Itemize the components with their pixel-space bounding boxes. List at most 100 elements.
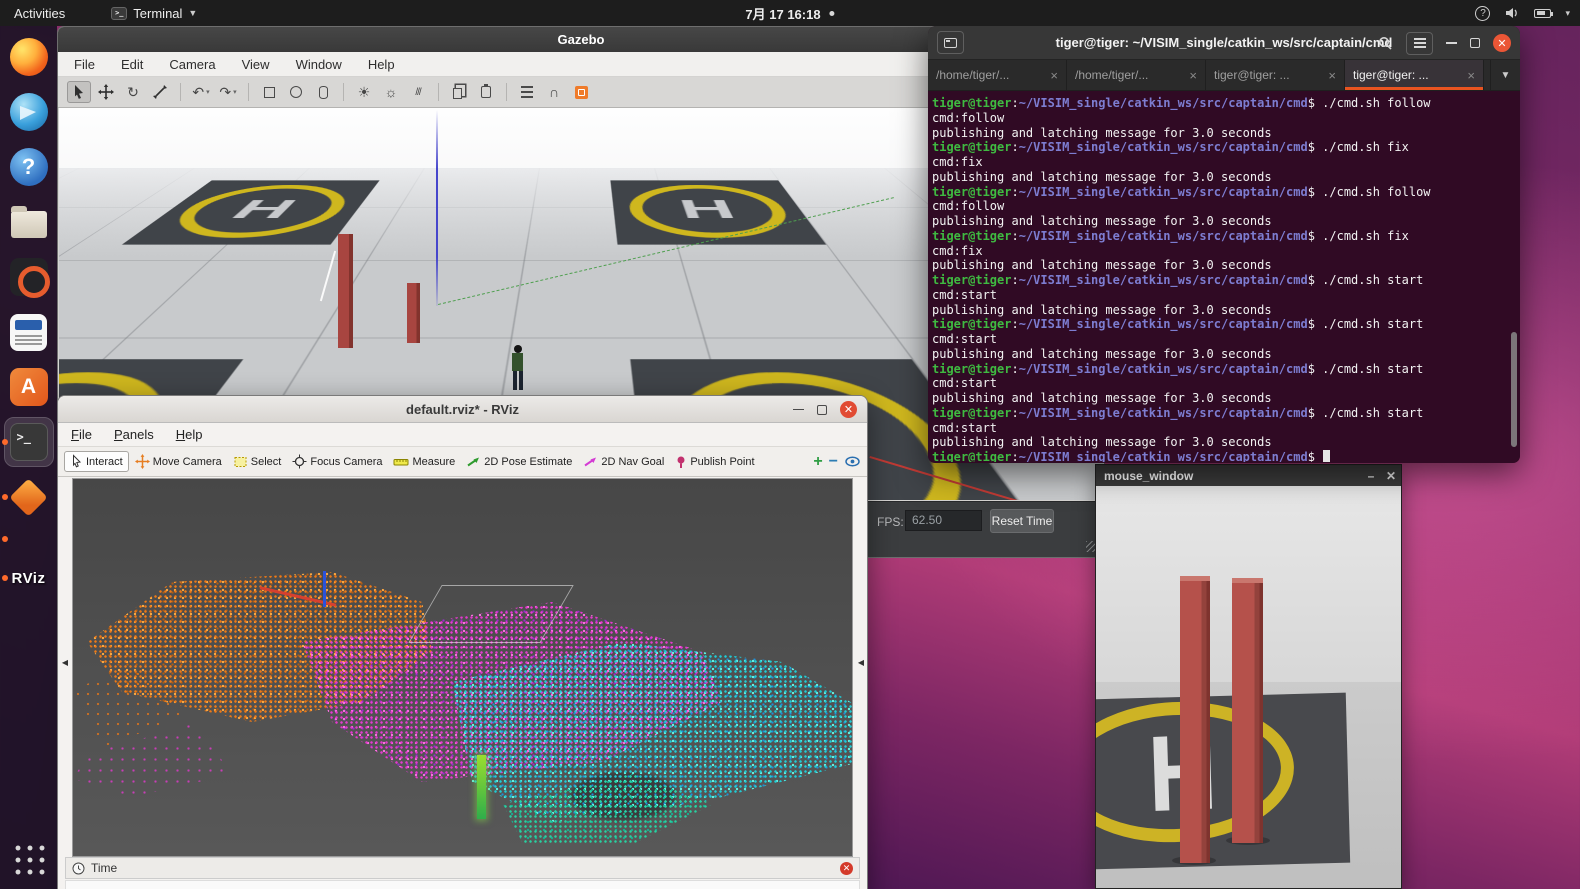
mouse-window-3d-view[interactable]: H (1096, 486, 1401, 888)
align-button[interactable] (515, 81, 539, 103)
dock-item-mail[interactable] (5, 88, 53, 136)
chevron-down-icon: ▾ (233, 88, 237, 96)
gazebo-menu-file[interactable]: File (74, 57, 95, 72)
gazebo-menu-edit[interactable]: Edit (121, 57, 143, 72)
terminal-output[interactable]: tiger@tiger:~/VISIM_single/catkin_ws/src… (928, 91, 1520, 462)
rviz-3d-view[interactable] (72, 478, 853, 857)
rotate-tool-button[interactable]: ↻ (121, 81, 145, 103)
close-tab-icon[interactable]: × (1467, 68, 1475, 83)
scale-tool-button[interactable] (148, 81, 172, 103)
system-status-area[interactable]: ? ▾ (1475, 6, 1570, 21)
sun-light-button[interactable]: ☀ (352, 81, 376, 103)
terminal-tab-3[interactable]: tiger@tiger: ...× (1206, 60, 1345, 90)
mouse-window-titlebar[interactable]: mouse_window – ✕ (1096, 465, 1401, 486)
clock[interactable]: 7月 17 16:18 (745, 4, 834, 23)
tab-list-dropdown[interactable]: ▼ (1490, 60, 1520, 90)
gazebo-menu-view[interactable]: View (242, 57, 270, 72)
terminal-line: cmd:follow (932, 199, 1518, 214)
snap-button[interactable]: ∩ (542, 81, 566, 103)
maximize-icon[interactable] (1470, 38, 1480, 48)
point-light-button[interactable]: ☼ (379, 81, 403, 103)
rviz-menu-help[interactable]: Help (176, 427, 203, 442)
gazebo-menu-window[interactable]: Window (296, 57, 342, 72)
hamburger-menu-button[interactable] (1406, 32, 1433, 55)
spot-light-button[interactable]: /// (406, 81, 430, 103)
chevron-down-icon: ▾ (1565, 8, 1570, 19)
collapse-right-panel-button[interactable]: ◀ (855, 651, 867, 673)
time-panel-header[interactable]: Time ✕ (65, 857, 860, 879)
redo-button[interactable]: ↷▾ (216, 81, 240, 103)
remove-tool-button[interactable]: − (829, 453, 838, 471)
close-icon[interactable]: ✕ (1381, 468, 1401, 484)
maximize-icon[interactable] (817, 405, 827, 415)
terminal-line: publishing and latching message for 3.0 … (932, 435, 1518, 450)
move-camera-tool[interactable]: Move Camera (130, 452, 227, 471)
dock-item-writer[interactable] (5, 308, 53, 356)
interact-tool[interactable]: Interact (64, 451, 129, 472)
terminal-line: tiger@tiger:~/VISIM_single/catkin_ws/src… (932, 140, 1518, 155)
dock-item-running-app[interactable] (5, 528, 53, 550)
move-camera-icon (135, 454, 150, 469)
minimize-icon[interactable]: – (1361, 468, 1381, 484)
close-tab-icon[interactable]: × (1328, 68, 1336, 83)
dock-item-firefox[interactable] (5, 33, 53, 81)
new-window-button[interactable] (937, 31, 964, 54)
rviz-menu-file[interactable]: File (71, 427, 92, 442)
collapse-left-panel-button[interactable]: ◀ (59, 651, 71, 673)
undo-button[interactable]: ↶▾ (189, 81, 213, 103)
measure-tool[interactable]: Measure (388, 453, 460, 471)
minimize-icon[interactable] (1446, 42, 1457, 44)
reset-time-button[interactable]: Reset Time (990, 509, 1054, 533)
view-angle-button[interactable] (569, 81, 593, 103)
rviz-menu-panels[interactable]: Panels (114, 427, 154, 442)
terminal-tab-bar: /home/tiger/...× /home/tiger/...× tiger@… (928, 60, 1520, 91)
dock-item-software[interactable]: A (5, 363, 53, 411)
terminal-tab-1[interactable]: /home/tiger/...× (928, 60, 1067, 90)
cylinder-shape-button[interactable] (311, 81, 335, 103)
app-menu[interactable]: >_ Terminal ▼ (111, 6, 197, 21)
battery-icon (1534, 9, 1551, 18)
copy-button[interactable] (447, 81, 471, 103)
terminal-scrollbar[interactable] (1511, 332, 1517, 447)
clock-icon (72, 862, 85, 875)
terminal-titlebar[interactable]: tiger@tiger: ~/VISIM_single/catkin_ws/sr… (928, 26, 1520, 60)
minimize-icon[interactable] (793, 409, 804, 411)
terminal-icon: >_ (10, 423, 48, 461)
eye-icon[interactable] (844, 455, 861, 468)
sphere-shape-button[interactable] (284, 81, 308, 103)
app-menu-label: Terminal (133, 6, 182, 21)
terminal-line: tiger@tiger:~/VISIM_single/catkin_ws/src… (932, 362, 1518, 377)
terminal-tab-2[interactable]: /home/tiger/...× (1067, 60, 1206, 90)
close-icon[interactable]: ✕ (1493, 34, 1511, 52)
paste-button[interactable] (474, 81, 498, 103)
translate-tool-button[interactable] (94, 81, 118, 103)
focus-camera-tool[interactable]: Focus Camera (287, 452, 387, 471)
select-tool[interactable]: Select (228, 453, 287, 471)
nav-goal-tool[interactable]: 2D Nav Goal (578, 453, 669, 470)
dock-item-rviz[interactable]: RViz (5, 554, 53, 602)
select-tool-button[interactable] (67, 81, 91, 103)
close-icon[interactable]: ✕ (840, 401, 857, 418)
close-panel-icon[interactable]: ✕ (840, 862, 853, 875)
rviz-icon: RViz (12, 570, 46, 587)
terminal-tab-4[interactable]: tiger@tiger: ...× (1345, 60, 1484, 90)
fps-value-field[interactable]: 62.50 (905, 510, 982, 531)
gazebo-menu-camera[interactable]: Camera (169, 57, 215, 72)
dock-item-gazebo[interactable] (5, 473, 53, 521)
dock-item-help[interactable]: ? (5, 143, 53, 191)
search-icon[interactable] (1378, 36, 1393, 51)
dock-item-terminal[interactable]: >_ (5, 418, 53, 466)
publish-point-tool[interactable]: Publish Point (670, 453, 759, 471)
dock-item-media[interactable] (5, 253, 53, 301)
add-tool-button[interactable]: + (813, 453, 822, 471)
gazebo-menu-help[interactable]: Help (368, 57, 395, 72)
dock-item-files[interactable] (5, 198, 53, 246)
box-shape-button[interactable] (257, 81, 281, 103)
close-tab-icon[interactable]: × (1189, 68, 1197, 83)
activities-button[interactable]: Activities (14, 6, 65, 21)
show-applications-button[interactable] (5, 834, 53, 882)
terminal-app-icon: >_ (111, 7, 127, 20)
rviz-titlebar[interactable]: default.rviz* - RViz ✕ (58, 396, 867, 423)
close-tab-icon[interactable]: × (1050, 68, 1058, 83)
pose-estimate-tool[interactable]: 2D Pose Estimate (461, 453, 577, 470)
